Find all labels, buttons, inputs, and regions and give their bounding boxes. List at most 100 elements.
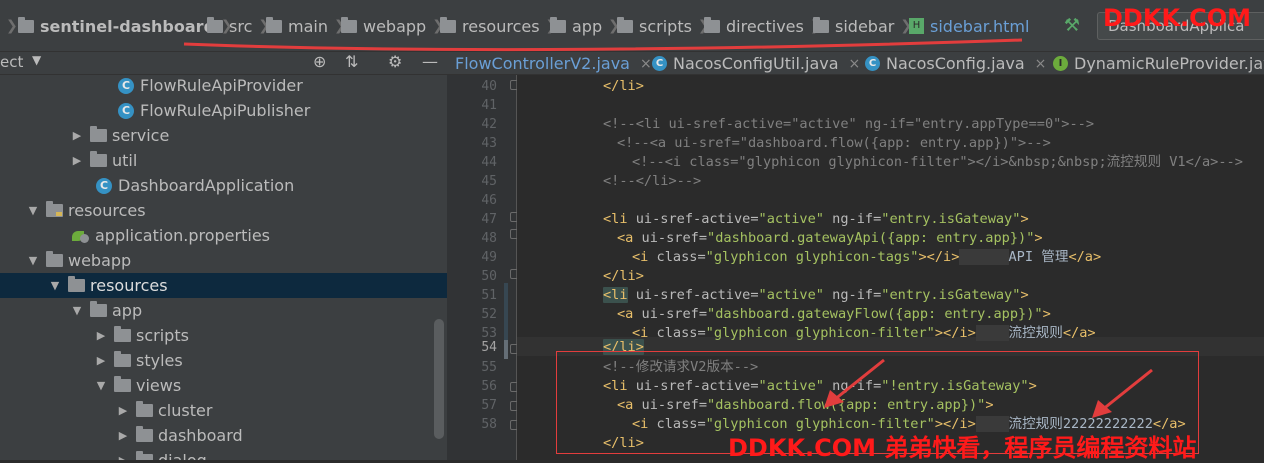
folder-icon (90, 301, 107, 317)
tree-item-dashboard[interactable]: ▶ dashboard (0, 423, 432, 448)
close-icon[interactable]: × (1035, 56, 1047, 72)
chevron-down-icon[interactable]: ▼ (70, 304, 84, 317)
folder-icon (68, 276, 85, 292)
class-icon: C (652, 56, 667, 71)
change-marker[interactable] (504, 321, 508, 340)
change-marker[interactable] (504, 302, 508, 321)
chevron-right-icon[interactable]: ▶ (116, 454, 130, 460)
breadcrumb-file[interactable]: H sidebar.html (909, 14, 1029, 38)
tree-item-label: webapp (68, 251, 132, 270)
tree-item-util[interactable]: ▶ util (0, 148, 432, 173)
chevron-down-icon[interactable]: ▼ (26, 204, 40, 217)
folder-icon (114, 376, 131, 392)
tree-item-scripts[interactable]: ▶ scripts (0, 323, 432, 348)
tree-item-label: DashboardApplication (118, 176, 295, 195)
gear-icon[interactable]: ⚙ (388, 52, 402, 71)
breadcrumb-item-main[interactable]: main ❯ (266, 14, 346, 38)
tree-item-flowruleapipublisher[interactable]: C FlowRuleApiPublisher (0, 98, 432, 123)
breadcrumb-label: scripts (639, 16, 692, 36)
navigation-bar: ❯ sentinel-dashboard ❯ src ❯ main ❯ webapp ❯… (0, 0, 1264, 52)
tab-label: NacosConfig.java (886, 54, 1025, 73)
line-number: 56 (481, 379, 497, 394)
class-icon: C (118, 102, 134, 119)
tree-item-application-properties[interactable]: application.properties (0, 223, 432, 248)
folder-icon (440, 16, 456, 33)
tab-nacosconfigutil[interactable]: C NacosConfigUtil.java × (652, 52, 861, 74)
breadcrumb-item-sidebar[interactable]: sidebar ❯ (813, 14, 912, 38)
chevron-right-icon[interactable]: ▶ (70, 154, 84, 167)
code-editor[interactable]: </li> <!--<li ui-sref-active="active" ng… (517, 75, 1264, 460)
chevron-down-icon[interactable]: ▼ (26, 254, 40, 267)
interface-icon: I (1053, 56, 1068, 71)
line-number: 49 (481, 250, 497, 265)
build-hammer-icon[interactable]: ⚒ (1062, 16, 1082, 36)
tab-flowcontrollerv2[interactable]: FlowControllerV2.java × (455, 52, 652, 74)
chevron-down-icon[interactable]: ▼ (48, 279, 62, 292)
hide-panel-icon[interactable]: — (422, 52, 438, 71)
breadcrumb-project[interactable]: sentinel-dashboard ❯ (18, 14, 233, 38)
breadcrumb-item-scripts[interactable]: scripts❯ (617, 14, 710, 38)
breadcrumb-project-label: sentinel-dashboard (40, 16, 216, 36)
close-icon[interactable]: × (640, 56, 652, 72)
line-number: 55 (481, 360, 497, 375)
editor-tabs: FlowControllerV2.java × C NacosConfigUti… (447, 52, 1264, 75)
tree-item-webapp-resources[interactable]: ▼ resources (0, 273, 447, 298)
tree-item-label: scripts (136, 326, 189, 345)
folder-icon (207, 16, 223, 33)
breadcrumb-item-app[interactable]: app ❯ (550, 14, 620, 38)
tree-item-label: application.properties (95, 226, 270, 245)
collapse-all-icon[interactable]: ⇅ (345, 52, 358, 71)
close-icon[interactable]: × (849, 56, 861, 72)
tree-item-label: service (112, 126, 170, 145)
line-number: 57 (481, 398, 497, 413)
project-tree-scrollbar[interactable] (434, 319, 444, 439)
tree-item-flowruleapiprovider[interactable]: C FlowRuleApiProvider (0, 75, 432, 98)
html-file-icon: H (909, 18, 924, 34)
chevron-right-icon[interactable]: ▶ (94, 329, 108, 342)
chevron-right-icon[interactable]: ▶ (94, 354, 108, 367)
tab-nacosconfig[interactable]: C NacosConfig.java × (865, 52, 1047, 74)
tree-item-label: dashboard (158, 426, 243, 445)
tree-item-dialog[interactable]: ▶ dialog (0, 448, 432, 460)
change-marker[interactable] (504, 283, 508, 302)
line-number: 52 (481, 307, 497, 322)
chevron-right-icon[interactable]: ▶ (70, 129, 84, 142)
code-line-57: <a ui-sref="dashboard.flow({app: entry.a… (617, 397, 994, 413)
breadcrumb-start-separator: ❯ (6, 18, 18, 34)
tree-item-service[interactable]: ▶ service (0, 123, 432, 148)
tree-item-webapp[interactable]: ▼ webapp (0, 248, 432, 273)
tree-item-views[interactable]: ▼ views (0, 373, 432, 398)
chevron-down-icon[interactable]: ▼ (32, 53, 41, 67)
watermark-bottom: DDKK.COM 弟弟快看，程序员编程资料站 (728, 434, 1197, 462)
breadcrumb-label: sidebar (835, 16, 895, 36)
tree-item-dashboardapplication[interactable]: C DashboardApplication (0, 173, 432, 198)
breadcrumb-item-directives[interactable]: directives❯ (704, 14, 822, 38)
folder-icon (266, 16, 282, 33)
chevron-right-icon[interactable]: ▶ (116, 429, 130, 442)
tree-item-cluster[interactable]: ▶ cluster (0, 398, 432, 423)
line-number: 44 (481, 155, 497, 170)
project-view-label[interactable]: ect (0, 53, 23, 71)
locate-target-icon[interactable]: ⊕ (313, 52, 326, 71)
package-icon (90, 126, 107, 142)
code-line-48: <a ui-sref="dashboard.gatewayApi({app: e… (617, 230, 1043, 246)
folder-icon (46, 251, 63, 267)
breadcrumb-label: webapp (363, 16, 427, 36)
folder-icon (550, 16, 566, 33)
tree-item-label: views (136, 376, 182, 395)
chevron-right-icon[interactable]: ▶ (116, 404, 130, 417)
breadcrumb-item-webapp[interactable]: webapp ❯ (341, 14, 444, 38)
breadcrumb-item-resources[interactable]: resources❯ (440, 14, 557, 38)
tree-item-label: FlowRuleApiProvider (140, 76, 303, 95)
breadcrumb-item-src[interactable]: src ❯ (207, 14, 270, 38)
tree-item-styles[interactable]: ▶ styles (0, 348, 432, 373)
tree-item-resources[interactable]: ▼ resources (0, 198, 432, 223)
tab-dynamicruleprovider[interactable]: I DynamicRuleProvider.java (1053, 52, 1264, 74)
change-marker[interactable] (504, 340, 508, 359)
tree-item-label: util (112, 151, 138, 170)
resources-folder-icon (46, 201, 63, 217)
folder-icon (813, 16, 829, 33)
tree-item-app[interactable]: ▼ app (0, 298, 432, 323)
chevron-down-icon[interactable]: ▼ (94, 379, 108, 392)
project-tree: C FlowRuleApiProvider C FlowRuleApiPubli… (0, 75, 447, 460)
